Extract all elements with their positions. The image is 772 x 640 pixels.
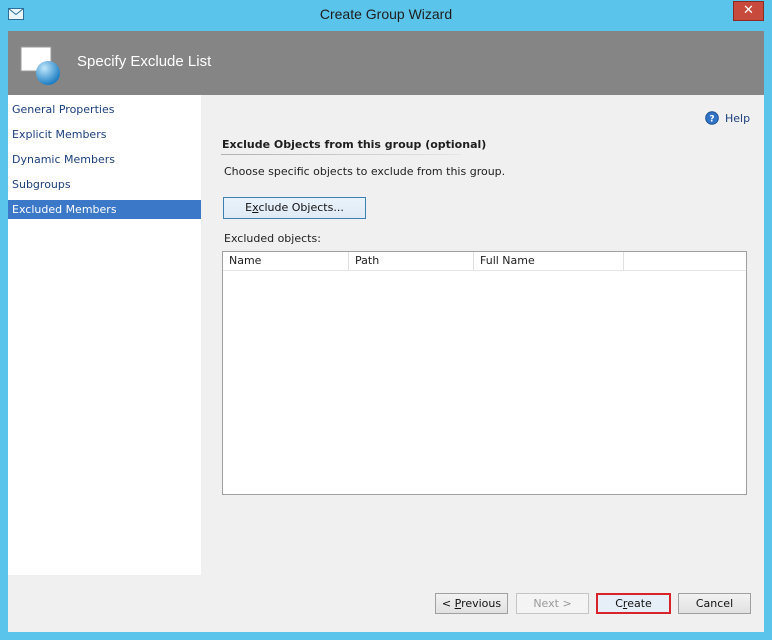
previous-button[interactable]: < Previous xyxy=(435,593,508,614)
help-link[interactable]: ? Help xyxy=(705,109,750,127)
section-divider xyxy=(221,154,461,155)
list-header: Name Path Full Name xyxy=(223,252,746,271)
column-header-path[interactable]: Path xyxy=(349,252,474,270)
cancel-button[interactable]: Cancel xyxy=(678,593,751,614)
wizard-client-area: Specify Exclude List General Properties … xyxy=(8,31,764,632)
help-icon: ? xyxy=(705,111,719,125)
excluded-objects-label: Excluded objects: xyxy=(224,232,321,245)
main-panel: ? Help Exclude Objects from this group (… xyxy=(201,95,764,575)
exclude-button-label-post: clude Objects... xyxy=(258,201,344,214)
next-button[interactable]: Next > xyxy=(516,593,589,614)
column-header-full-name[interactable]: Full Name xyxy=(474,252,624,270)
page-title: Specify Exclude List xyxy=(77,53,212,70)
wizard-nav: General Properties Explicit Members Dyna… xyxy=(8,95,201,575)
create-label-pre: C xyxy=(615,597,623,610)
title-bar[interactable]: Create Group Wizard ✕ xyxy=(0,0,772,32)
excluded-objects-list[interactable]: Name Path Full Name xyxy=(222,251,747,495)
wizard-window: Create Group Wizard ✕ Specify Exclude Li… xyxy=(0,0,772,640)
create-button[interactable]: Create xyxy=(596,593,671,614)
close-button[interactable]: ✕ xyxy=(733,1,764,21)
exclude-objects-button[interactable]: Exclude Objects... xyxy=(223,197,366,219)
column-header-name[interactable]: Name xyxy=(223,252,349,270)
nav-item-general-properties[interactable]: General Properties xyxy=(8,100,201,119)
section-title: Exclude Objects from this group (optiona… xyxy=(222,138,487,151)
previous-label-post: revious xyxy=(461,597,502,610)
wizard-header: Specify Exclude List xyxy=(8,31,764,95)
svg-text:?: ? xyxy=(709,115,714,125)
nav-item-explicit-members[interactable]: Explicit Members xyxy=(8,125,201,144)
nav-item-subgroups[interactable]: Subgroups xyxy=(8,175,201,194)
wizard-footer: < Previous Next > Create Cancel xyxy=(8,575,764,632)
window-title: Create Group Wizard xyxy=(319,6,453,22)
previous-label-pre: < xyxy=(441,597,455,610)
section-description: Choose specific objects to exclude from … xyxy=(224,165,506,178)
nav-item-excluded-members[interactable]: Excluded Members xyxy=(8,200,201,219)
create-label-post: eate xyxy=(627,597,652,610)
group-icon xyxy=(20,43,64,87)
close-icon: ✕ xyxy=(743,3,754,18)
help-label: Help xyxy=(725,111,751,125)
nav-item-dynamic-members[interactable]: Dynamic Members xyxy=(8,150,201,169)
